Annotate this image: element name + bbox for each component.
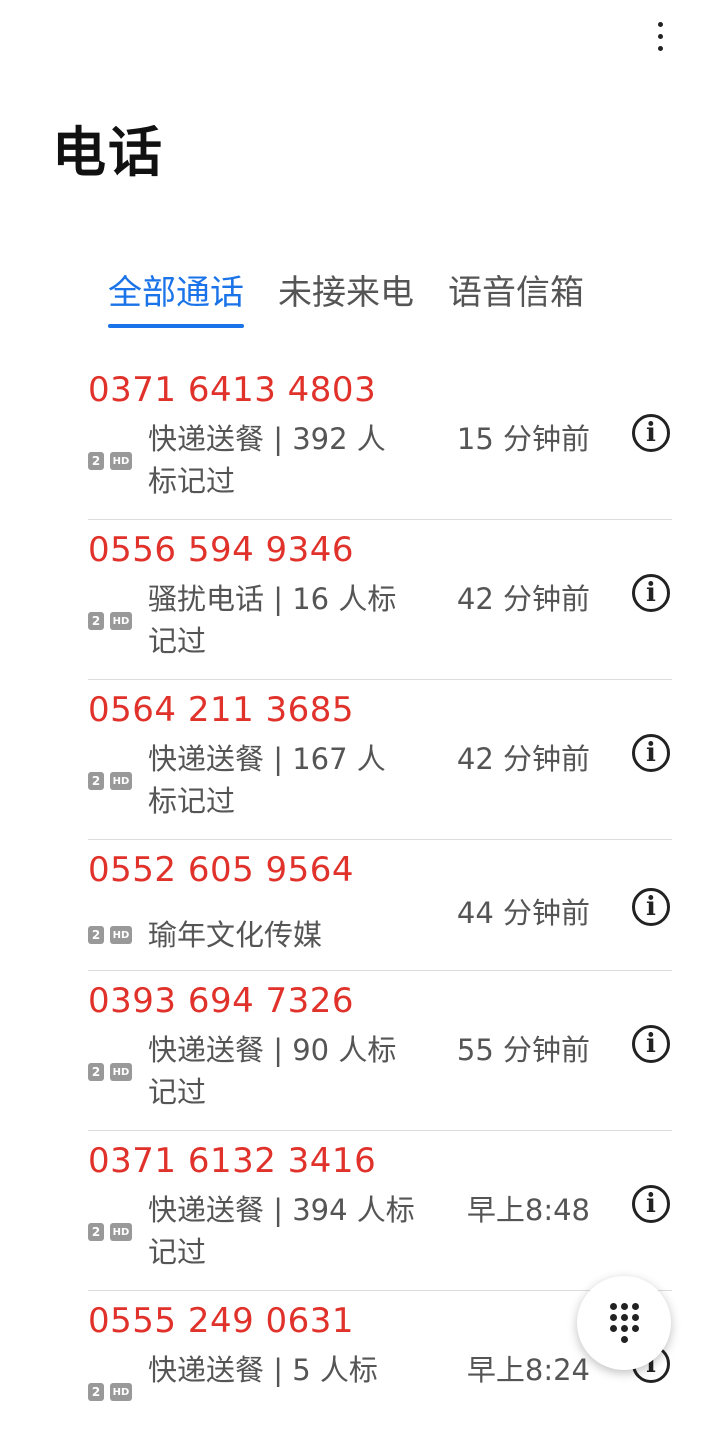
info-icon: i: [646, 738, 656, 768]
sim-2-icon: 2: [88, 1063, 104, 1081]
call-details-button[interactable]: i: [632, 414, 670, 452]
call-log-row[interactable]: 0393 694 7326 2 HD 快递送餐 | 90 人标 记过 55 分钟前…: [88, 971, 672, 1131]
tab-voicemail[interactable]: 语音信箱: [448, 268, 584, 328]
call-time: 15 分钟前: [456, 422, 590, 456]
phone-number: 0555 249 0631: [88, 1301, 355, 1341]
call-log-row[interactable]: 0556 594 9346 2 HD 骚扰电话 | 16 人标 记过 42 分钟前…: [88, 520, 672, 680]
call-log-row[interactable]: 0552 605 9564 2 HD 瑜年文化传媒 44 分钟前 i: [88, 840, 672, 971]
sim-2-icon: 2: [88, 452, 104, 470]
call-details-button[interactable]: i: [632, 1025, 670, 1063]
phone-number: 0393 694 7326: [88, 981, 355, 1021]
call-tag: 快递送餐 | 392 人标记过: [148, 422, 386, 498]
hd-call-icon: HD: [110, 1223, 132, 1241]
phone-number: 0552 605 9564: [88, 850, 355, 890]
phone-number: 0371 6413 4803: [88, 370, 377, 410]
call-time: 早上8:48: [466, 1193, 590, 1227]
phone-number: 0564 211 3685: [88, 690, 355, 730]
hd-call-icon: HD: [110, 1063, 132, 1081]
call-log-row[interactable]: 0371 6413 4803 2 HD 快递送餐 | 392 人标记过 15 分…: [88, 360, 672, 520]
tab-all-calls[interactable]: 全部通话: [108, 268, 244, 328]
hd-call-icon: HD: [110, 772, 132, 790]
sim-2-icon: 2: [88, 926, 104, 944]
info-icon: i: [646, 418, 656, 448]
call-details-button[interactable]: i: [632, 888, 670, 926]
call-log-list: 0371 6413 4803 2 HD 快递送餐 | 392 人标记过 15 分…: [88, 360, 672, 1450]
call-log-row[interactable]: 0564 211 3685 2 HD 快递送餐 | 167 人标记过 42 分钟…: [88, 680, 672, 840]
tab-missed-calls[interactable]: 未接来电: [278, 268, 414, 328]
call-tag: 骚扰电话 | 16 人标 记过: [148, 582, 397, 658]
phone-number: 0556 594 9346: [88, 530, 355, 570]
hd-call-icon: HD: [110, 612, 132, 630]
info-icon: i: [646, 1029, 656, 1059]
call-time: 早上8:24: [466, 1353, 590, 1387]
call-tag: 快递送餐 | 90 人标 记过: [148, 1033, 397, 1109]
call-time: 55 分钟前: [456, 1033, 590, 1067]
dialpad-button[interactable]: [577, 1276, 671, 1370]
call-details-button[interactable]: i: [632, 734, 670, 772]
hd-call-icon: HD: [110, 1383, 132, 1401]
info-icon: i: [646, 892, 656, 922]
call-tag: 瑜年文化传媒: [148, 918, 323, 952]
sim-2-icon: 2: [88, 1223, 104, 1241]
hd-call-icon: HD: [110, 452, 132, 470]
call-details-button[interactable]: i: [632, 1185, 670, 1223]
call-tag: 快递送餐 | 167 人标记过: [148, 742, 386, 818]
call-time: 42 分钟前: [456, 582, 590, 616]
call-log-row[interactable]: 0371 6132 3416 2 HD 快递送餐 | 394 人标 记过 早上8:…: [88, 1131, 672, 1291]
sim-2-icon: 2: [88, 772, 104, 790]
info-icon: i: [646, 578, 656, 608]
call-details-button[interactable]: i: [632, 574, 670, 612]
dialpad-icon: [609, 1303, 639, 1343]
more-vert-icon: [657, 21, 663, 27]
more-options-button[interactable]: [642, 12, 678, 60]
sim-2-icon: 2: [88, 1383, 104, 1401]
tab-bar: 全部通话 未接来电 语音信箱: [108, 268, 584, 328]
call-tag: 快递送餐 | 394 人标 记过: [148, 1193, 415, 1269]
phone-number: 0371 6132 3416: [88, 1141, 377, 1181]
call-tag: 快递送餐 | 5 人标: [148, 1353, 378, 1387]
info-icon: i: [646, 1189, 656, 1219]
sim-2-icon: 2: [88, 612, 104, 630]
hd-call-icon: HD: [110, 926, 132, 944]
call-time: 44 分钟前: [456, 896, 590, 930]
call-time: 42 分钟前: [456, 742, 590, 776]
page-title: 电话: [52, 121, 164, 184]
